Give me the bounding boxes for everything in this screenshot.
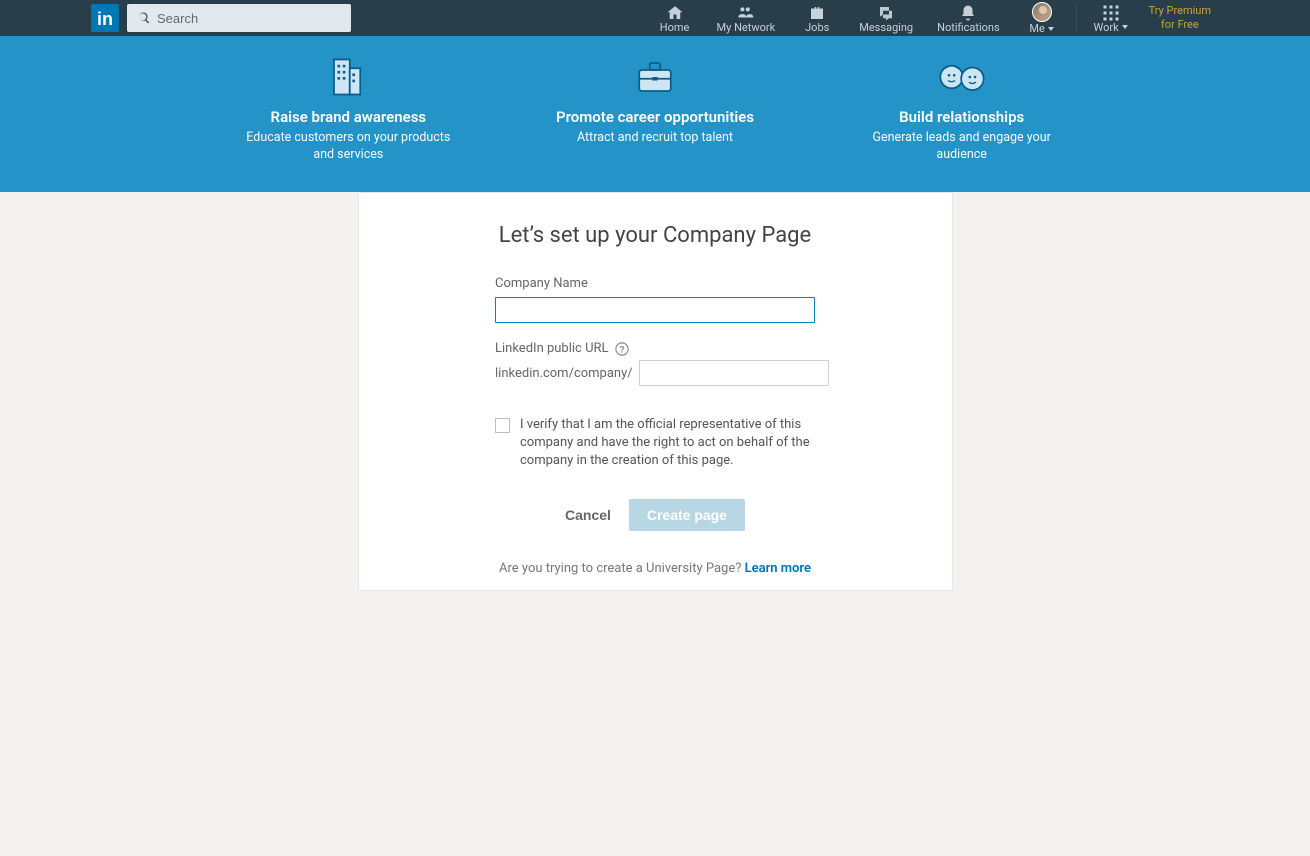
nav-network-label: My Network [717,22,776,33]
nav-messaging-label: Messaging [859,22,913,33]
nav-home[interactable]: Home [645,0,705,36]
nav-me[interactable]: Me [1012,0,1072,36]
url-prefix: linkedin.com/company/ [495,366,633,381]
chevron-down-icon [1048,27,1054,31]
hero-career-title: Promote career opportunities [556,108,754,126]
hero-career-desc: Attract and recruit top talent [577,130,733,147]
nav-jobs[interactable]: Jobs [787,0,847,36]
try-premium-link[interactable]: Try Premium for Free [1141,4,1219,33]
nav-notifications[interactable]: Notifications [925,0,1012,36]
verify-text: I verify that I am the official represen… [520,416,815,471]
hero-brand-title: Raise brand awareness [271,108,427,126]
company-name-input[interactable] [495,297,815,323]
nav-work[interactable]: Work [1081,0,1141,36]
nav-messaging[interactable]: Messaging [847,0,925,36]
hero-brand: Raise brand awareness Educate customers … [195,56,502,164]
building-icon [327,56,369,98]
bell-icon [959,4,977,22]
network-icon [735,4,757,22]
nav-me-label: Me [1029,23,1044,34]
hero-relationships-desc: Generate leads and engage your audience [857,130,1067,164]
company-page-setup-card: Let’s set up your Company Page Company N… [358,192,953,591]
create-page-button[interactable]: Create page [629,499,745,531]
linkedin-logo[interactable]: in [91,4,119,32]
nav-home-label: Home [660,22,690,33]
chevron-down-icon [1122,25,1128,29]
premium-line1: Try Premium [1149,4,1211,18]
svg-text:?: ? [619,344,624,354]
nav-jobs-label: Jobs [805,22,829,33]
nav-notifications-label: Notifications [937,22,1000,33]
briefcase-large-icon [634,56,676,98]
top-nav: in Home My Network Jobs Messaging [0,0,1310,36]
card-title: Let’s set up your Company Page [359,223,952,248]
url-slug-input[interactable] [639,360,829,386]
search-input[interactable] [127,4,351,32]
company-name-label: Company Name [495,276,815,291]
footer-question: Are you trying to create a University Pa… [499,561,745,576]
help-icon[interactable]: ? [615,342,629,356]
people-icon [936,56,988,98]
nav-work-label: Work [1094,22,1119,33]
apps-grid-icon [1102,4,1120,22]
hero-relationships: Build relationships Generate leads and e… [808,56,1115,164]
verify-checkbox[interactable] [495,418,510,433]
hero-relationships-title: Build relationships [899,108,1024,126]
cancel-button[interactable]: Cancel [565,507,611,523]
search-icon [137,11,151,25]
hero-brand-desc: Educate customers on your products and s… [243,130,453,164]
avatar [1032,2,1052,22]
nav-divider [1076,4,1077,32]
home-icon [665,4,685,22]
hero-banner: Raise brand awareness Educate customers … [0,36,1310,212]
learn-more-link[interactable]: Learn more [745,561,811,576]
messaging-icon [876,4,896,22]
hero-career: Promote career opportunities Attract and… [502,56,809,164]
url-label: LinkedIn public URL [495,341,609,356]
briefcase-icon [807,4,827,22]
card-footer: Are you trying to create a University Pa… [359,561,952,590]
nav-network[interactable]: My Network [705,0,788,36]
premium-line2: for Free [1149,18,1211,32]
